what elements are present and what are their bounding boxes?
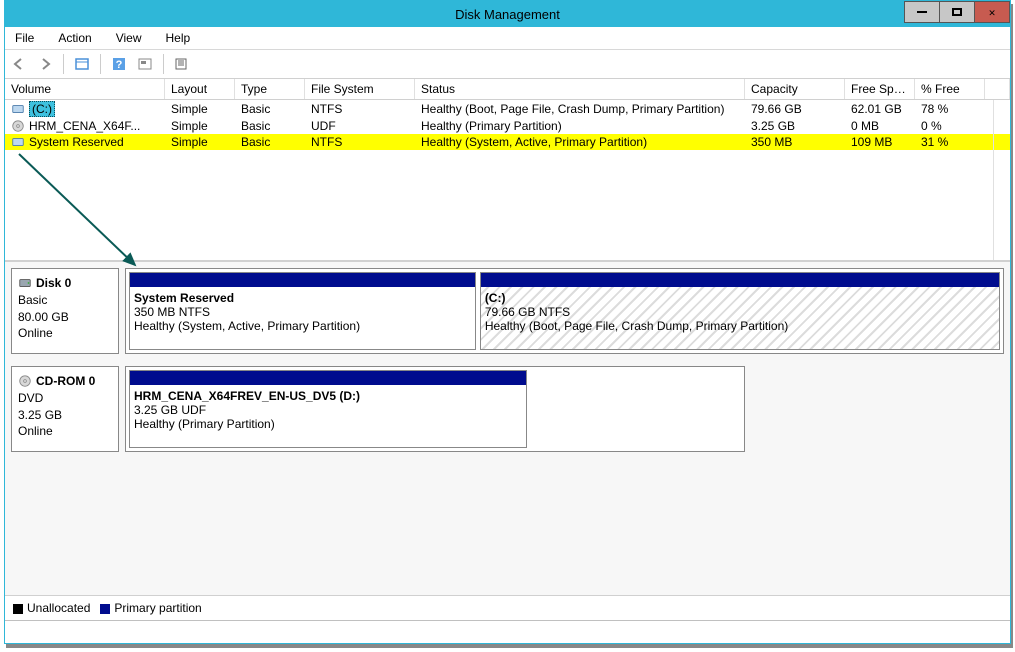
- col-pct[interactable]: % Free: [915, 79, 985, 99]
- partition-container: HRM_CENA_X64FREV_EN-US_DV5 (D:)3.25 GB U…: [125, 366, 745, 452]
- svg-text:?: ?: [116, 59, 123, 71]
- partition-line2: 79.66 GB NTFS: [485, 305, 995, 319]
- partition-header: [130, 273, 475, 287]
- disk-management-window: Disk Management File Action View Help ? …: [4, 0, 1011, 644]
- disk-kind: DVD: [18, 391, 43, 405]
- disk-size: 3.25 GB: [18, 408, 62, 422]
- cell-fs: NTFS: [305, 134, 415, 150]
- disk-name: Disk 0: [36, 275, 71, 292]
- volume-list[interactable]: (C:)SimpleBasicNTFSHealthy (Boot, Page F…: [5, 100, 1010, 261]
- cell-fs: NTFS: [305, 101, 415, 117]
- cell-volume: (C:): [5, 100, 165, 118]
- partition-line3: Healthy (System, Active, Primary Partiti…: [134, 319, 471, 333]
- disk-row: Disk 0Basic 80.00 GB Online System Reserved…: [5, 262, 1010, 360]
- cell-type: Basic: [235, 134, 305, 150]
- legend-primary: Primary partition: [100, 601, 201, 615]
- refresh-icon[interactable]: [172, 54, 192, 74]
- back-icon[interactable]: [9, 54, 29, 74]
- toolbar: ?: [5, 50, 1010, 79]
- cell-free: 0 MB: [845, 118, 915, 134]
- forward-icon[interactable]: [35, 54, 55, 74]
- disk-label[interactable]: CD-ROM 0DVD 3.25 GB Online: [11, 366, 119, 452]
- disk-graphical-view[interactable]: Disk 0Basic 80.00 GB Online System Reserved…: [5, 261, 1010, 596]
- col-type[interactable]: Type: [235, 79, 305, 99]
- cell-capacity: 3.25 GB: [745, 118, 845, 134]
- window-title: Disk Management: [455, 7, 560, 22]
- legend-unallocated: Unallocated: [13, 601, 90, 615]
- cell-layout: Simple: [165, 118, 235, 134]
- menu-view[interactable]: View: [112, 29, 146, 47]
- disk-state: Online: [18, 424, 53, 438]
- col-layout[interactable]: Layout: [165, 79, 235, 99]
- disk-kind: Basic: [18, 293, 47, 307]
- properties-icon[interactable]: [72, 54, 92, 74]
- partition-line3: Healthy (Boot, Page File, Crash Dump, Pr…: [485, 319, 995, 333]
- disk-partition[interactable]: System Reserved350 MB NTFSHealthy (Syste…: [129, 272, 476, 350]
- disk-partition[interactable]: HRM_CENA_X64FREV_EN-US_DV5 (D:)3.25 GB U…: [129, 370, 527, 448]
- maximize-button[interactable]: [939, 1, 975, 23]
- col-volume[interactable]: Volume: [5, 79, 165, 99]
- menu-help[interactable]: Help: [162, 29, 195, 47]
- table-row[interactable]: HRM_CENA_X64F...SimpleBasicUDFHealthy (P…: [5, 118, 1010, 134]
- title-bar[interactable]: Disk Management: [5, 1, 1010, 27]
- partition-header: [481, 273, 999, 287]
- menu-file[interactable]: File: [11, 29, 38, 47]
- table-row[interactable]: (C:)SimpleBasicNTFSHealthy (Boot, Page F…: [5, 100, 1010, 118]
- col-free[interactable]: Free Spa...: [845, 79, 915, 99]
- help-icon[interactable]: ?: [109, 54, 129, 74]
- cell-volume: System Reserved: [5, 134, 165, 150]
- partition-line3: Healthy (Primary Partition): [134, 417, 522, 431]
- system-buttons: [905, 1, 1010, 23]
- cell-volume: HRM_CENA_X64F...: [5, 118, 165, 134]
- cell-fs: UDF: [305, 118, 415, 134]
- disk-state: Online: [18, 326, 53, 340]
- disk-label[interactable]: Disk 0Basic 80.00 GB Online: [11, 268, 119, 354]
- minimize-button[interactable]: [904, 1, 940, 23]
- partition-line2: 3.25 GB UDF: [134, 403, 522, 417]
- partition-title: System Reserved: [134, 291, 471, 305]
- cell-free: 109 MB: [845, 134, 915, 150]
- cell-type: Basic: [235, 118, 305, 134]
- table-row[interactable]: System ReservedSimpleBasicNTFSHealthy (S…: [5, 134, 1010, 150]
- cell-pct: 78 %: [915, 101, 985, 117]
- disk-partition[interactable]: (C:)79.66 GB NTFSHealthy (Boot, Page Fil…: [480, 272, 1000, 350]
- cell-capacity: 79.66 GB: [745, 101, 845, 117]
- cell-type: Basic: [235, 101, 305, 117]
- settings-icon[interactable]: [135, 54, 155, 74]
- close-button[interactable]: [974, 1, 1010, 23]
- partition-line2: 350 MB NTFS: [134, 305, 471, 319]
- cell-pct: 31 %: [915, 134, 985, 150]
- disk-name: CD-ROM 0: [36, 373, 95, 390]
- scrollbar[interactable]: [993, 100, 1010, 260]
- cell-capacity: 350 MB: [745, 134, 845, 150]
- menu-bar: File Action View Help: [5, 27, 1010, 50]
- cell-layout: Simple: [165, 134, 235, 150]
- partition-title: (C:): [485, 291, 995, 305]
- partition-container: System Reserved350 MB NTFSHealthy (Syste…: [125, 268, 1004, 354]
- col-capacity[interactable]: Capacity: [745, 79, 845, 99]
- volume-list-header: Volume Layout Type File System Status Ca…: [5, 79, 1010, 100]
- status-bar: [5, 620, 1010, 643]
- cell-status: Healthy (Primary Partition): [415, 118, 745, 134]
- cell-status: Healthy (Boot, Page File, Crash Dump, Pr…: [415, 101, 745, 117]
- col-status[interactable]: Status: [415, 79, 745, 99]
- col-fs[interactable]: File System: [305, 79, 415, 99]
- cell-free: 62.01 GB: [845, 101, 915, 117]
- cell-pct: 0 %: [915, 118, 985, 134]
- disk-row: CD-ROM 0DVD 3.25 GB Online HRM_CENA_X64FREV…: [5, 360, 1010, 458]
- partition-title: HRM_CENA_X64FREV_EN-US_DV5 (D:): [134, 389, 522, 403]
- partition-header: [130, 371, 526, 385]
- disk-size: 80.00 GB: [18, 310, 69, 324]
- cell-layout: Simple: [165, 101, 235, 117]
- cell-status: Healthy (System, Active, Primary Partiti…: [415, 134, 745, 150]
- legend: Unallocated Primary partition: [5, 596, 1010, 620]
- menu-action[interactable]: Action: [54, 29, 95, 47]
